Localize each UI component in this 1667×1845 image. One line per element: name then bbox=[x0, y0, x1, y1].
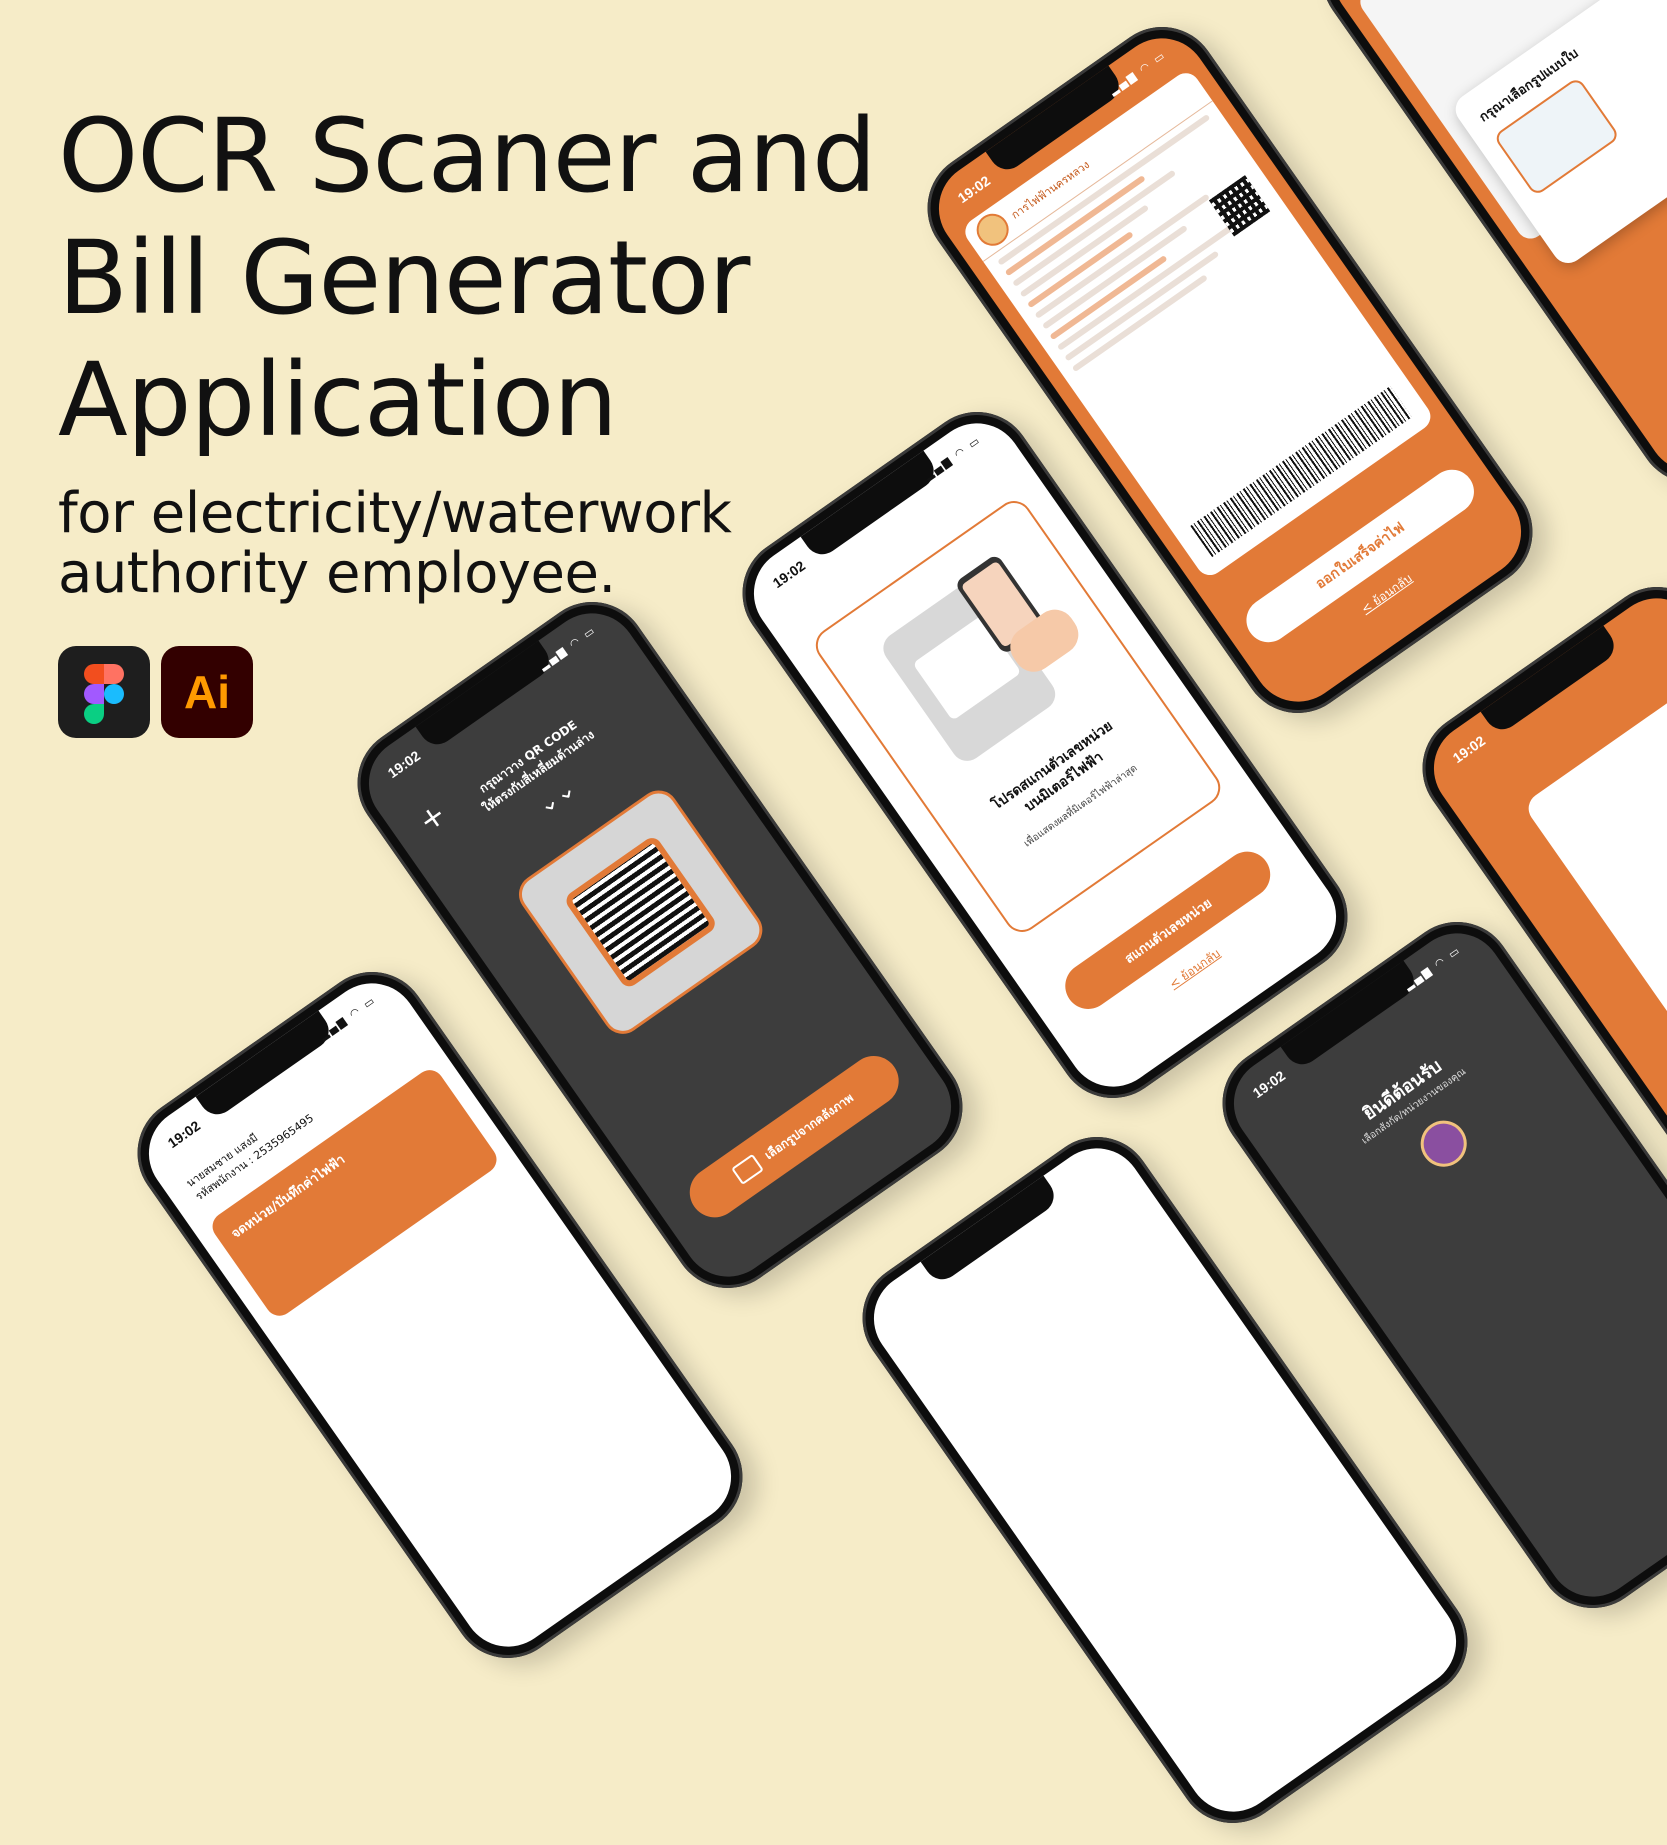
status-time: 19:02 bbox=[164, 1117, 204, 1152]
welcome-title: ยินดีต้อนรับ bbox=[1359, 1055, 1446, 1125]
status-icons: ▂▄▆ ◠ ▭ bbox=[316, 993, 379, 1043]
hero-title: OCR Scaner and Bill Generator Applicatio… bbox=[58, 96, 877, 462]
status-time: 19:02 bbox=[769, 557, 809, 592]
status-icons: ▂▄▆ ◠ ▭ bbox=[1401, 943, 1464, 993]
status-icons: ▂▄▆ ◠ ▭ bbox=[921, 433, 984, 483]
bill-org-name: การไฟฟ้านครหลวง bbox=[1008, 158, 1092, 222]
status-time: 19:02 bbox=[1449, 732, 1489, 767]
qr-code bbox=[562, 834, 719, 991]
hero-subtitle-line: authority employee. bbox=[58, 541, 616, 606]
hero-subtitle: for electricity/waterwork authority empl… bbox=[58, 481, 732, 606]
gallery-button-label: เลือกรูปจากคลังภาพ bbox=[761, 1090, 856, 1162]
hero-title-line: Application bbox=[58, 341, 618, 460]
illustrator-label: Ai bbox=[184, 666, 230, 718]
content-panel bbox=[1522, 650, 1667, 1051]
utility-logo-icon bbox=[970, 207, 1015, 253]
figma-icon bbox=[58, 646, 150, 738]
meter-record-card[interactable]: จดหน่วย/บันทึกค่าไฟฟ้า bbox=[207, 1064, 502, 1322]
bill-qr-code bbox=[1208, 175, 1271, 237]
hero-title-line: OCR Scaner and bbox=[58, 97, 877, 216]
choose-from-gallery-button[interactable]: เลือกรูปจากคลังภาพ bbox=[679, 1046, 909, 1228]
illustrator-icon: Ai bbox=[161, 646, 253, 738]
hero-title-line: Bill Generator bbox=[58, 219, 750, 338]
qr-scan-frame bbox=[511, 782, 771, 1042]
image-icon bbox=[730, 1153, 764, 1186]
status-time: 19:02 bbox=[954, 172, 994, 207]
hero-subtitle-line: for electricity/waterwork bbox=[58, 481, 732, 546]
status-icons: ▂▄▆ ◠ ▭ bbox=[536, 623, 599, 673]
status-time: 19:02 bbox=[384, 747, 424, 782]
authority-emblem-icon bbox=[1411, 1111, 1476, 1176]
status-time: 19:02 bbox=[1249, 1067, 1289, 1102]
